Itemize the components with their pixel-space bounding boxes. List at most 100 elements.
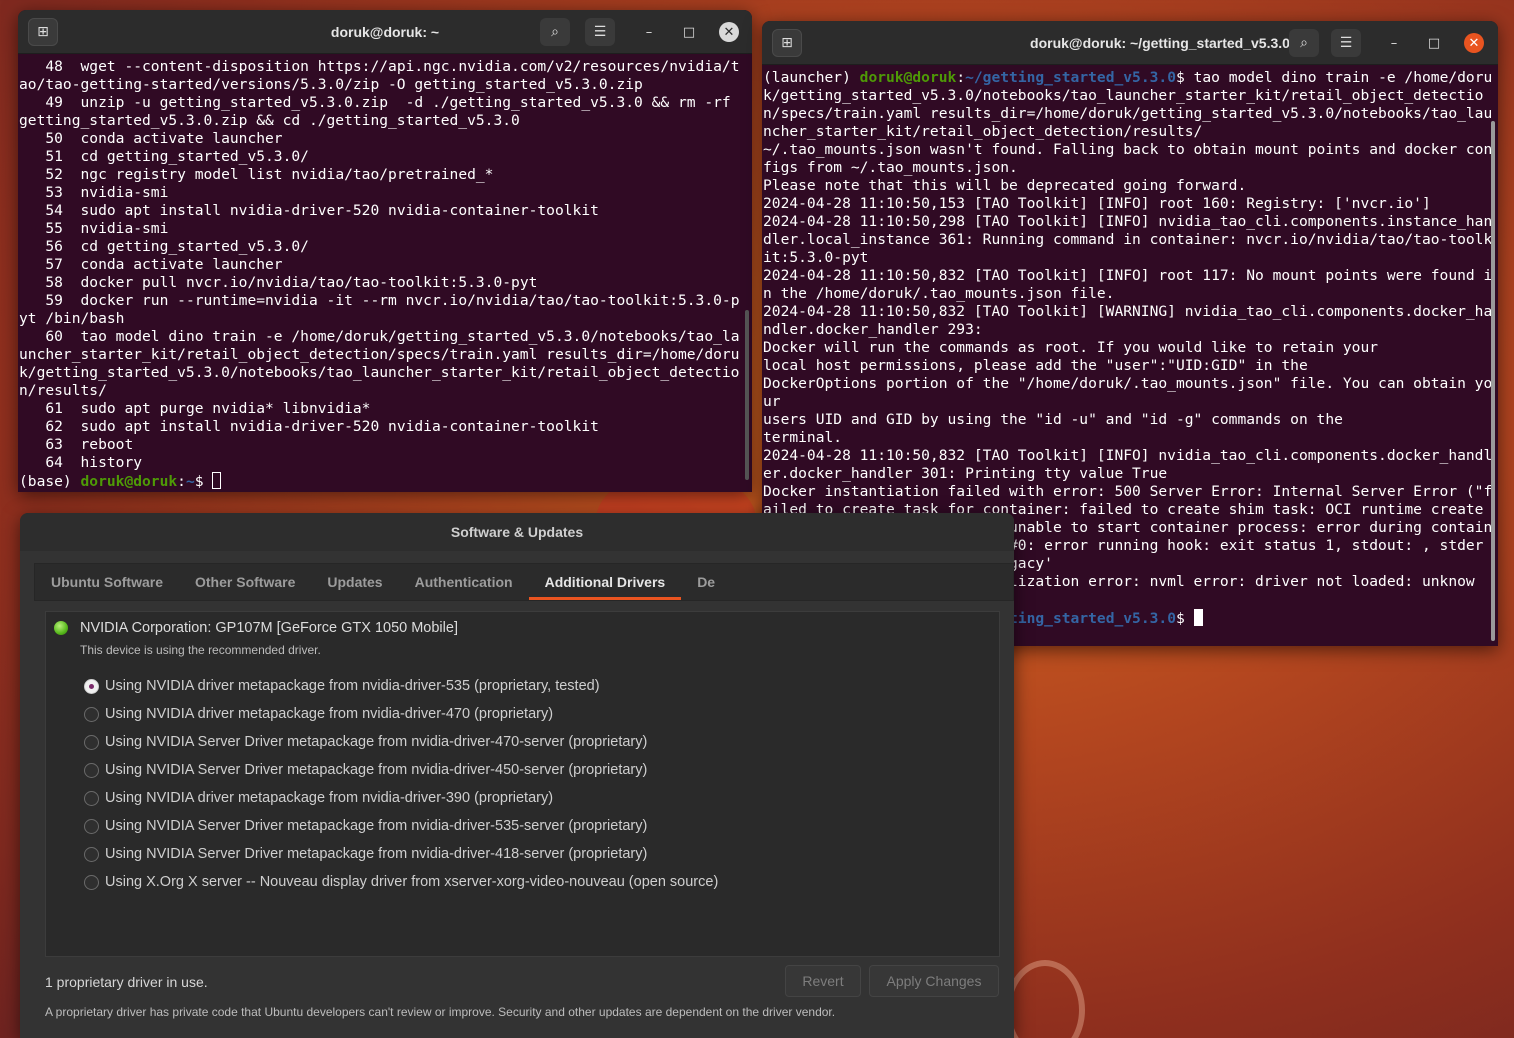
driver-option-label: Using NVIDIA Server Driver metapackage f… — [105, 734, 648, 750]
search-icon: ⌕ — [551, 24, 559, 40]
tab-other-software[interactable]: Other Software — [179, 564, 311, 600]
history-command: ngc registry model list nvidia/tao/pretr… — [80, 166, 494, 183]
history-command: conda activate launcher — [80, 130, 283, 147]
radio-button[interactable] — [84, 706, 99, 722]
close-button[interactable]: ✕ — [719, 22, 739, 42]
tab-additional-drivers[interactable]: Additional Drivers — [528, 564, 682, 600]
new-tab-icon: ⊞ — [37, 24, 49, 40]
menu-button[interactable]: ☰ — [585, 18, 615, 46]
driver-option[interactable]: Using NVIDIA driver metapackage from nvi… — [84, 706, 553, 722]
prompt-line: (base) doruk@doruk:~$ — [19, 472, 748, 491]
tab-bar: Ubuntu Software Other Software Updates A… — [34, 563, 1014, 601]
device-subtitle: This device is using the recommended dri… — [80, 643, 321, 657]
scrollbar[interactable] — [1491, 121, 1495, 641]
maximize-icon: □ — [682, 24, 696, 40]
left-terminal-window[interactable]: ⊞ doruk@doruk: ~ ⌕ ☰ – □ ✕ 48 wget --con… — [18, 10, 752, 492]
new-tab-button[interactable]: ⊞ — [28, 18, 58, 46]
driver-option-label: Using NVIDIA driver metapackage from nvi… — [105, 678, 600, 694]
history-number: 60 — [19, 328, 81, 345]
output-line: terminal. — [763, 429, 843, 446]
prompt-user: doruk@doruk — [80, 473, 178, 490]
maximize-icon: □ — [1427, 35, 1441, 51]
output-line: users UID and GID by using the "id -u" a… — [763, 411, 1343, 428]
status-text: 1 proprietary driver in use. — [45, 974, 208, 990]
tab-developer-options[interactable]: De — [681, 564, 731, 600]
new-tab-button[interactable]: ⊞ — [772, 29, 802, 57]
minimize-button[interactable]: – — [1384, 33, 1404, 53]
left-terminal-output[interactable]: 48 wget --content-disposition https://ap… — [18, 54, 752, 491]
driver-option[interactable]: Using NVIDIA Server Driver metapackage f… — [84, 846, 647, 862]
maximize-button[interactable]: □ — [679, 22, 699, 42]
close-icon: ✕ — [1468, 35, 1480, 51]
history-number: 53 — [19, 184, 81, 201]
history-number: 54 — [19, 202, 81, 219]
history-line: 60 tao model dino train -e /home/doruk/g… — [19, 328, 748, 400]
tab-ubuntu-software[interactable]: Ubuntu Software — [35, 564, 179, 600]
wallpaper-swirl — [1005, 960, 1085, 1038]
history-command: history — [80, 454, 143, 471]
search-button[interactable]: ⌕ — [540, 18, 570, 46]
output-line: DockerOptions portion of the "/home/doru… — [763, 375, 1493, 410]
search-button[interactable]: ⌕ — [1289, 29, 1319, 57]
driver-option[interactable]: Using X.Org X server -- Nouveau display … — [84, 874, 718, 890]
output-line: Please note that this will be deprecated… — [763, 177, 1247, 194]
history-number: 51 — [19, 148, 81, 165]
driver-option[interactable]: Using NVIDIA Server Driver metapackage f… — [84, 818, 647, 834]
radio-button[interactable] — [84, 846, 99, 862]
scrollbar[interactable] — [745, 310, 749, 480]
prompt-colon: : — [177, 473, 186, 490]
revert-button[interactable]: Revert — [785, 965, 861, 997]
maximize-button[interactable]: □ — [1424, 33, 1444, 53]
tab-updates[interactable]: Updates — [311, 564, 398, 600]
driver-option[interactable]: Using NVIDIA driver metapackage from nvi… — [84, 790, 553, 806]
radio-button[interactable] — [84, 678, 99, 694]
apply-changes-button[interactable]: Apply Changes — [869, 965, 999, 997]
history-command: tao model dino train -e /home/doruk/gett… — [19, 328, 740, 399]
radio-button[interactable] — [84, 790, 99, 806]
driver-option-label: Using NVIDIA Server Driver metapackage f… — [105, 762, 648, 778]
prompt-symbol: $ — [194, 473, 213, 490]
history-line: 50 conda activate launcher — [19, 130, 748, 148]
output-line: ~/.tao_mounts.json wasn't found. Falling… — [763, 141, 1493, 176]
minimize-button[interactable]: – — [639, 22, 659, 42]
tab-authentication[interactable]: Authentication — [399, 564, 529, 600]
history-number: 49 — [19, 94, 81, 111]
terminal-cursor — [1193, 609, 1203, 626]
prompt-symbol: $ — [1175, 69, 1194, 86]
radio-button[interactable] — [84, 818, 99, 834]
radio-button[interactable] — [84, 874, 99, 890]
driver-option[interactable]: Using NVIDIA Server Driver metapackage f… — [84, 762, 647, 778]
history-command: wget --content-disposition https://api.n… — [19, 58, 740, 93]
radio-button[interactable] — [84, 762, 99, 778]
driver-option-label: Using NVIDIA Server Driver metapackage f… — [105, 818, 648, 834]
driver-option[interactable]: Using NVIDIA Server Driver metapackage f… — [84, 734, 647, 750]
right-terminal-header[interactable]: ⊞ doruk@doruk: ~/getting_started_v5.3.0 … — [762, 21, 1498, 65]
history-line: 64 history — [19, 454, 748, 472]
prompt-path: ~ — [185, 473, 195, 490]
radio-button[interactable] — [84, 734, 99, 750]
history-number: 59 — [19, 292, 81, 309]
history-number: 62 — [19, 418, 81, 435]
prompt-colon: : — [956, 69, 966, 86]
device-status-icon — [54, 621, 68, 635]
history-number: 48 — [19, 58, 81, 75]
device-name: NVIDIA Corporation: GP107M [GeForce GTX … — [80, 620, 458, 636]
history-command: sudo apt purge nvidia* libnvidia* — [80, 400, 371, 417]
close-icon: ✕ — [723, 24, 735, 40]
left-terminal-header[interactable]: ⊞ doruk@doruk: ~ ⌕ ☰ – □ ✕ — [18, 10, 752, 54]
history-line: 58 docker pull nvcr.io/nvidia/tao/tao-to… — [19, 274, 748, 292]
close-button[interactable]: ✕ — [1464, 33, 1484, 53]
software-updates-window[interactable]: Software & Updates Ubuntu Software Other… — [20, 513, 1014, 1038]
new-tab-icon: ⊞ — [781, 35, 793, 51]
history-command: docker run --runtime=nvidia -it --rm nvc… — [19, 292, 740, 327]
output-line: 2024-04-28 11:10:50,832 [TAO Toolkit] [I… — [763, 447, 1493, 482]
history-command: conda activate launcher — [80, 256, 283, 273]
history-number: 50 — [19, 130, 81, 147]
footer-note: A proprietary driver has private code th… — [45, 1005, 836, 1019]
history-line: 56 cd getting_started_v5.3.0/ — [19, 238, 748, 256]
history-line: 62 sudo apt install nvidia-driver-520 nv… — [19, 418, 748, 436]
search-icon: ⌕ — [1300, 35, 1308, 51]
driver-option[interactable]: Using NVIDIA driver metapackage from nvi… — [84, 678, 600, 694]
prompt-path: ~/getting_started_v5.3.0 — [965, 69, 1176, 86]
menu-button[interactable]: ☰ — [1331, 29, 1361, 57]
